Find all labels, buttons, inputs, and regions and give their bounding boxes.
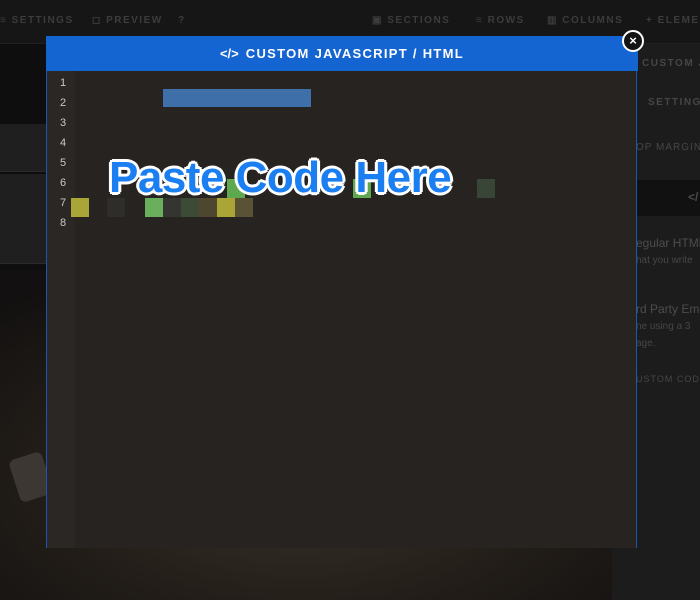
code-icon: </> xyxy=(219,46,239,61)
left-panel-row xyxy=(0,174,46,222)
sections-button[interactable]: ▣ SECTIONS xyxy=(372,15,450,26)
line-number: 1 xyxy=(59,77,67,89)
left-panel-row xyxy=(0,216,46,264)
tab-settings[interactable]: SETTINGS xyxy=(648,97,700,108)
paste-code-here-label: Paste Code Here xyxy=(109,153,452,202)
rows-button[interactable]: ≡ ROWS xyxy=(476,15,525,26)
line-number: 5 xyxy=(59,157,67,169)
regular-html-description: hat you write xyxy=(636,255,693,266)
code-token xyxy=(71,198,89,217)
elements-button[interactable]: + ELEMENTS xyxy=(646,15,700,26)
line-number-gutter: 1 2 3 4 5 6 7 8 xyxy=(47,71,75,548)
custom-code-label: USTOM CODE xyxy=(636,374,700,384)
settings-menu[interactable]: ≡ SETTINGS xyxy=(0,15,74,26)
code-tab-icon[interactable]: </ xyxy=(688,190,698,204)
code-token xyxy=(163,89,311,107)
close-icon[interactable]: × xyxy=(622,30,644,52)
modal-header: </> CUSTOM JAVASCRIPT / HTML xyxy=(46,36,638,71)
third-party-title: rd Party Em xyxy=(636,302,700,316)
left-panel-row xyxy=(0,124,46,172)
top-margin-label: OP MARGIN xyxy=(636,142,700,153)
custom-code-modal: </> CUSTOM JAVASCRIPT / HTML 1 2 3 4 5 6… xyxy=(46,36,638,548)
help-button[interactable]: ? xyxy=(178,15,186,26)
line-number: 4 xyxy=(59,137,67,149)
line-number: 2 xyxy=(59,97,67,109)
code-token xyxy=(477,179,495,198)
third-party-description: ne using a 3 xyxy=(636,321,691,332)
preview-button[interactable]: ◻ PREVIEW xyxy=(92,15,163,26)
modal-title: CUSTOM JAVASCRIPT / HTML xyxy=(245,46,465,61)
line-number: 3 xyxy=(59,117,67,129)
third-party-description-2: age. xyxy=(636,338,656,349)
line-number: 6 xyxy=(59,177,67,189)
columns-button[interactable]: ▥ COLUMNS xyxy=(547,15,623,26)
panel-title: CUSTOM JS xyxy=(642,58,700,69)
code-editor[interactable]: 1 2 3 4 5 6 7 8 Paste Code Here xyxy=(47,71,636,548)
regular-html-title: egular HTML xyxy=(636,236,700,250)
